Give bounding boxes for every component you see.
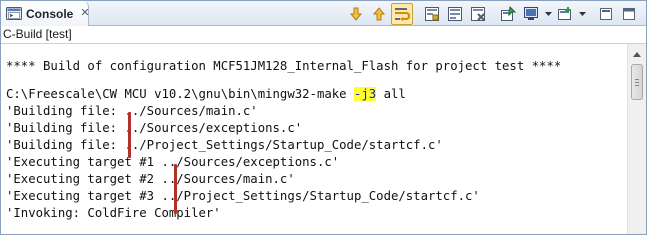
maximize-button[interactable] (618, 3, 640, 25)
remove-launch-icon (471, 6, 485, 21)
remove-launch-button[interactable] (467, 3, 489, 25)
tab-console[interactable]: Console ✕ (1, 1, 90, 26)
chevron-up-icon (633, 51, 641, 57)
console-line: 'Executing target #2 ../Sources/main.c' (6, 172, 295, 186)
command-path: C:\Freescale\CW MCU v10.2\gnu\bin\mingw3… (6, 87, 354, 101)
chevron-down-icon (544, 11, 552, 16)
display-console-button[interactable] (520, 3, 542, 25)
console-icon (6, 6, 22, 21)
scroll-lock-icon (425, 6, 439, 21)
pin-console-button[interactable] (497, 3, 519, 25)
chevron-down-icon (578, 11, 586, 16)
arrow-up-icon (372, 6, 386, 20)
scroll-down-button[interactable] (345, 3, 367, 25)
maximize-icon (623, 7, 635, 20)
open-console-button[interactable] (554, 3, 576, 25)
word-wrap-button[interactable] (391, 2, 413, 25)
minimize-button[interactable] (595, 3, 617, 25)
close-icon[interactable]: ✕ (80, 8, 89, 19)
pin-console-icon (501, 5, 516, 21)
console-line: **** Build of configuration MCF51JM128_I… (6, 59, 562, 73)
console-name-label: C-Build [test] (1, 26, 646, 43)
annotation-marker-executing (174, 164, 177, 214)
console-line: 'Building file: ../Project_Settings/Star… (6, 138, 443, 152)
annotation-marker-building (128, 112, 131, 158)
view-tab-bar: Console ✕ (1, 1, 646, 26)
console-view: Console ✕ C-Build [test] **** Build of c… (0, 0, 647, 235)
open-console-icon (558, 6, 571, 20)
console-toolbar (345, 2, 640, 25)
scroll-up-button[interactable] (368, 3, 390, 25)
toolbar-separator (414, 4, 420, 24)
tab-console-label: Console (26, 6, 74, 21)
console-line: 'Invoking: ColdFire Compiler' (6, 206, 221, 220)
open-console-dropdown[interactable] (577, 3, 587, 25)
toolbar-separator (588, 4, 594, 24)
console-output[interactable]: **** Build of configuration MCF51JM128_I… (1, 44, 627, 234)
scrollbar-thumb[interactable] (631, 64, 643, 100)
console-line: 'Building file: ../Sources/main.c' (6, 104, 258, 118)
console-command-line: C:\Freescale\CW MCU v10.2\gnu\bin\mingw3… (6, 86, 627, 103)
arrow-down-icon (349, 7, 363, 21)
command-target: all (376, 87, 406, 101)
console-line: 'Building file: ../Sources/exceptions.c' (6, 121, 303, 135)
scroll-lock-button[interactable] (421, 3, 443, 25)
scroll-up-arrow[interactable] (630, 47, 644, 61)
display-console-icon (524, 6, 538, 20)
clear-console-icon (448, 6, 462, 21)
thumb-grip (635, 82, 639, 83)
clear-console-button[interactable] (444, 3, 466, 25)
vertical-scrollbar[interactable] (627, 44, 646, 234)
thumb-grip (635, 85, 639, 86)
minimize-icon (600, 7, 612, 20)
console-line: 'Executing target #1 ../Sources/exceptio… (6, 155, 340, 169)
toolbar-separator (490, 4, 496, 24)
word-wrap-icon (395, 7, 410, 21)
display-console-dropdown[interactable] (543, 3, 553, 25)
highlighted-flag: -j3 (353, 87, 377, 101)
console-line: 'Executing target #3 ../Project_Settings… (6, 189, 480, 203)
thumb-grip (635, 79, 639, 80)
